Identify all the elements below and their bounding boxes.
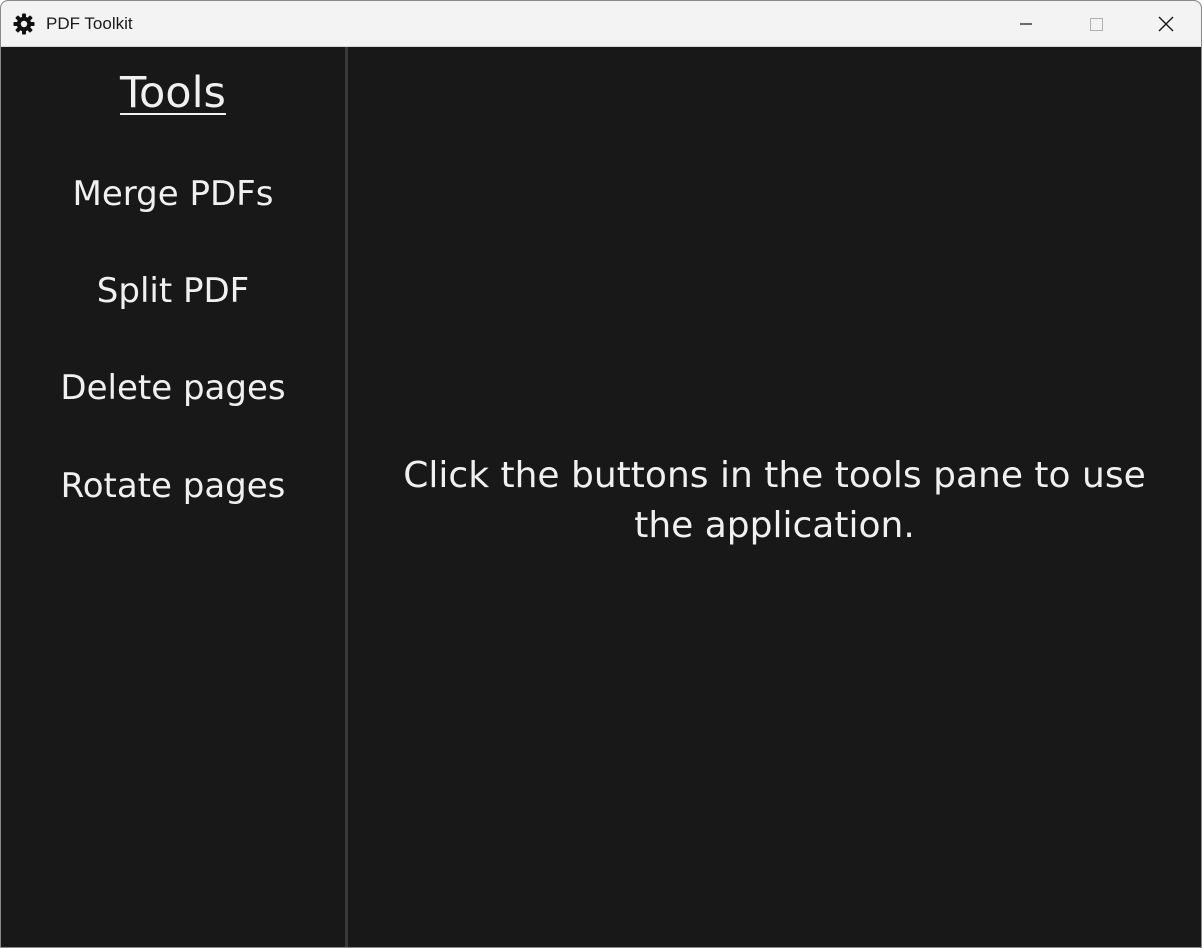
app-window: PDF Toolkit Tools Merge PDFs Split PDF D… bbox=[0, 0, 1202, 948]
title-bar[interactable]: PDF Toolkit bbox=[1, 1, 1201, 47]
instruction-message: Click the buttons in the tools pane to u… bbox=[403, 455, 1146, 546]
tools-pane: Tools Merge PDFs Split PDF Delete pages … bbox=[1, 47, 348, 947]
split-pdf-button[interactable]: Split PDF bbox=[1, 263, 345, 319]
rotate-pages-button[interactable]: Rotate pages bbox=[1, 458, 345, 514]
tools-heading: Tools bbox=[120, 68, 226, 118]
minimize-button[interactable] bbox=[991, 1, 1061, 47]
window-title: PDF Toolkit bbox=[46, 14, 133, 33]
merge-pdfs-button[interactable]: Merge PDFs bbox=[1, 166, 345, 222]
gear-icon bbox=[12, 12, 36, 36]
delete-pages-button[interactable]: Delete pages bbox=[1, 360, 345, 416]
maximize-button[interactable] bbox=[1061, 1, 1131, 47]
close-button[interactable] bbox=[1131, 1, 1201, 47]
main-pane: Click the buttons in the tools pane to u… bbox=[348, 47, 1201, 947]
